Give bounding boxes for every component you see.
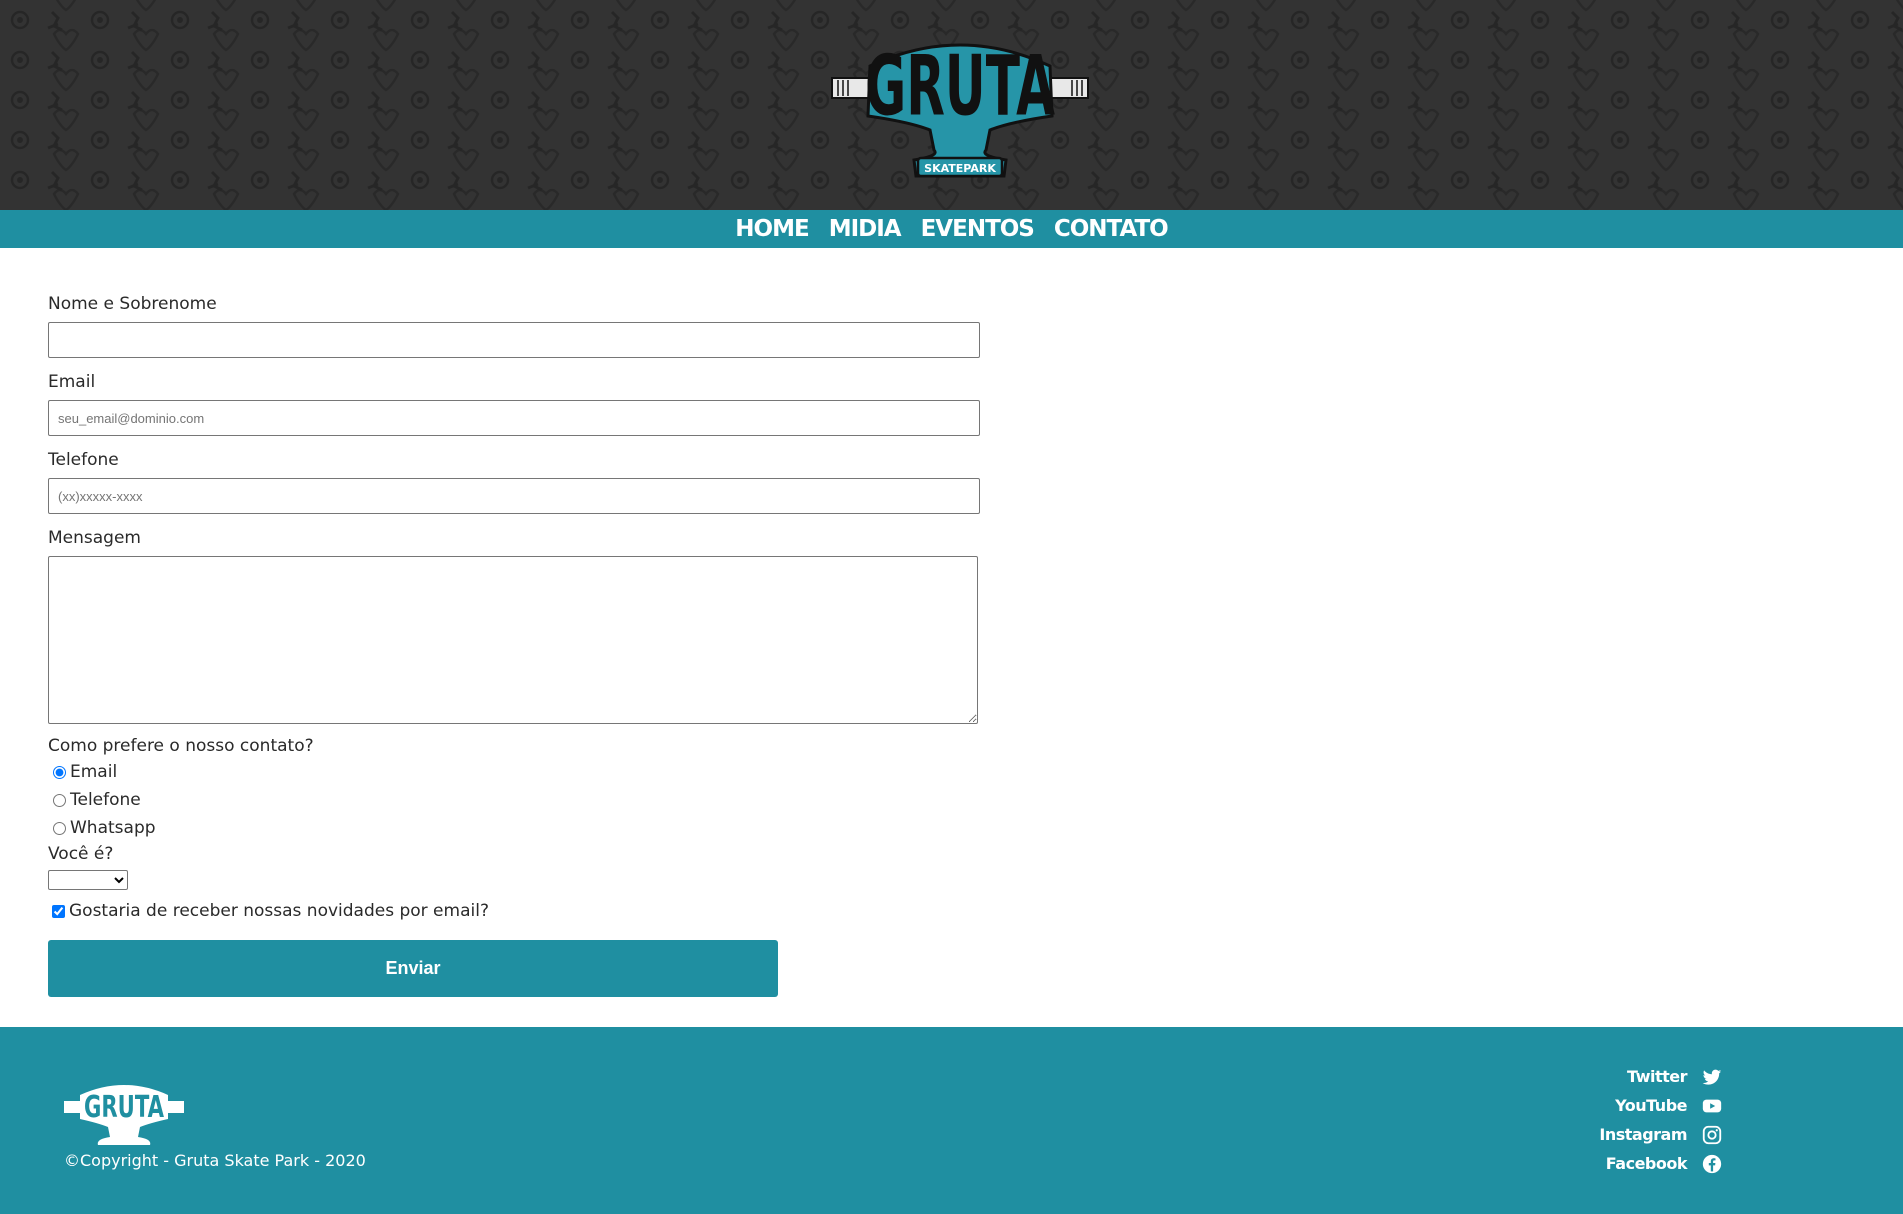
phone-field[interactable] bbox=[48, 478, 980, 514]
facebook-icon bbox=[1702, 1154, 1722, 1173]
logo-subtext: SKATEPARK bbox=[924, 162, 996, 175]
nav-item-midia[interactable]: MIDIA bbox=[829, 216, 902, 242]
logo-text: GRUTA bbox=[865, 39, 1055, 135]
email-label: Email bbox=[48, 372, 96, 392]
radio-whatsapp-label: Whatsapp bbox=[70, 818, 156, 838]
role-label: Você é? bbox=[48, 844, 114, 864]
social-link-instagram[interactable]: Instagram bbox=[1599, 1123, 1723, 1146]
instagram-icon bbox=[1702, 1125, 1722, 1144]
twitter-label: Twitter bbox=[1627, 1067, 1687, 1086]
footer-logo-text: GRUTA bbox=[84, 1090, 165, 1125]
radio-option-telefone: Telefone bbox=[48, 786, 982, 814]
youtube-icon bbox=[1702, 1099, 1722, 1112]
radio-telefone-label: Telefone bbox=[70, 790, 141, 810]
facebook-label: Facebook bbox=[1605, 1154, 1688, 1173]
newsletter-checkbox[interactable] bbox=[52, 904, 65, 918]
name-label: Nome e Sobrenome bbox=[48, 294, 217, 314]
nav-item-eventos[interactable]: EVENTOS bbox=[921, 216, 1035, 242]
radio-whatsapp[interactable] bbox=[53, 821, 66, 835]
twitter-icon bbox=[1702, 1069, 1722, 1085]
message-field[interactable] bbox=[48, 556, 978, 724]
newsletter-label: Gostaria de receber nossas novidades por… bbox=[69, 901, 489, 921]
message-label: Mensagem bbox=[48, 528, 141, 548]
email-field[interactable] bbox=[48, 400, 980, 436]
submit-button[interactable]: Enviar bbox=[48, 940, 778, 997]
social-link-facebook[interactable]: Facebook bbox=[1606, 1152, 1723, 1175]
name-field[interactable] bbox=[48, 322, 980, 358]
role-select[interactable] bbox=[48, 870, 128, 890]
radio-option-email: Email bbox=[48, 758, 982, 786]
social-link-twitter[interactable]: Twitter bbox=[1627, 1065, 1723, 1088]
phone-label: Telefone bbox=[48, 450, 119, 470]
radio-telefone[interactable] bbox=[53, 793, 66, 807]
radio-email-label: Email bbox=[70, 762, 118, 782]
social-link-youtube[interactable]: YouTube bbox=[1615, 1094, 1723, 1117]
newsletter-option: Gostaria de receber nossas novidades por… bbox=[48, 898, 982, 924]
site-footer: GRUTA ©Copyright - Gruta Skate Park - 20… bbox=[0, 1027, 1903, 1214]
main-nav: HOME MIDIA EVENTOS CONTATO bbox=[0, 210, 1903, 248]
copyright-text: ©Copyright - Gruta Skate Park - 2020 bbox=[64, 1151, 366, 1170]
contact-form: Nome e Sobrenome Email Telefone Mensagem… bbox=[48, 292, 982, 997]
site-header: SKATEPARK GRUTA bbox=[0, 0, 1903, 210]
social-links: Twitter YouTube Instagram Facebook bbox=[1599, 1065, 1723, 1175]
gruta-logo[interactable]: SKATEPARK GRUTA bbox=[830, 26, 1090, 182]
radio-email[interactable] bbox=[53, 765, 66, 779]
nav-item-contato[interactable]: CONTATO bbox=[1054, 216, 1169, 242]
nav-item-home[interactable]: HOME bbox=[735, 216, 809, 242]
youtube-label: YouTube bbox=[1615, 1096, 1687, 1115]
instagram-label: Instagram bbox=[1599, 1125, 1687, 1144]
contact-preference-label: Como prefere o nosso contato? bbox=[48, 736, 314, 756]
radio-option-whatsapp: Whatsapp bbox=[48, 814, 982, 842]
footer-logo[interactable]: GRUTA bbox=[62, 1079, 186, 1149]
